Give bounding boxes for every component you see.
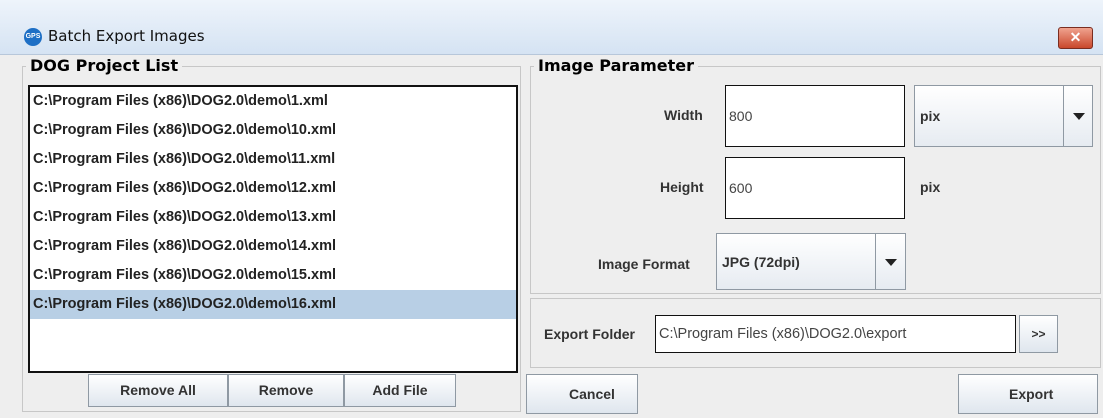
export-folder-input[interactable]: C:\Program Files (x86)\DOG2.0\export xyxy=(655,315,1016,353)
height-unit: pix xyxy=(920,179,941,195)
chevron-down-icon[interactable] xyxy=(1063,86,1093,146)
list-item[interactable]: C:\Program Files (x86)\DOG2.0\demo\10.xm… xyxy=(30,116,516,145)
list-item-selected[interactable]: C:\Program Files (x86)\DOG2.0\demo\16.xm… xyxy=(30,290,516,319)
chevron-down-icon[interactable] xyxy=(875,234,905,289)
width-unit-value: pix xyxy=(920,108,941,124)
export-button[interactable]: Export xyxy=(958,374,1098,414)
cancel-button[interactable]: Cancel xyxy=(526,374,638,414)
list-item[interactable]: C:\Program Files (x86)\DOG2.0\demo\12.xm… xyxy=(30,174,516,203)
image-format-select[interactable]: JPG (72dpi) xyxy=(716,233,906,290)
remove-all-button[interactable]: Remove All xyxy=(88,374,228,407)
list-item[interactable]: C:\Program Files (x86)\DOG2.0\demo\13.xm… xyxy=(30,203,516,232)
list-item[interactable]: C:\Program Files (x86)\DOG2.0\demo\1.xml xyxy=(30,87,516,116)
image-format-value: JPG (72dpi) xyxy=(722,254,800,270)
add-file-button[interactable]: Add File xyxy=(344,374,456,407)
height-label: Height xyxy=(660,179,704,195)
width-input[interactable]: 800 xyxy=(725,85,905,147)
width-unit-select[interactable]: pix xyxy=(914,85,1093,147)
close-button[interactable]: ✕ xyxy=(1058,27,1093,49)
title-bar: GPS Batch Export Images ✕ xyxy=(0,0,1103,55)
list-item[interactable]: C:\Program Files (x86)\DOG2.0\demo\14.xm… xyxy=(30,232,516,261)
export-folder-label: Export Folder xyxy=(544,326,636,342)
width-label: Width xyxy=(664,107,703,123)
remove-button[interactable]: Remove xyxy=(228,374,344,407)
height-input[interactable]: 600 xyxy=(725,157,905,219)
image-parameter-legend: Image Parameter xyxy=(534,56,698,75)
image-format-label: Image Format xyxy=(598,256,690,272)
window-title: Batch Export Images xyxy=(48,27,205,45)
list-item[interactable]: C:\Program Files (x86)\DOG2.0\demo\11.xm… xyxy=(30,145,516,174)
browse-folder-button[interactable]: >> xyxy=(1019,315,1058,353)
app-icon: GPS xyxy=(24,28,42,46)
batch-export-dialog: GPS Batch Export Images ✕ DOG Project Li… xyxy=(0,0,1103,418)
list-item[interactable]: C:\Program Files (x86)\DOG2.0\demo\15.xm… xyxy=(30,261,516,290)
project-list-legend: DOG Project List xyxy=(26,56,183,75)
project-list[interactable]: C:\Program Files (x86)\DOG2.0\demo\1.xml… xyxy=(28,85,518,373)
